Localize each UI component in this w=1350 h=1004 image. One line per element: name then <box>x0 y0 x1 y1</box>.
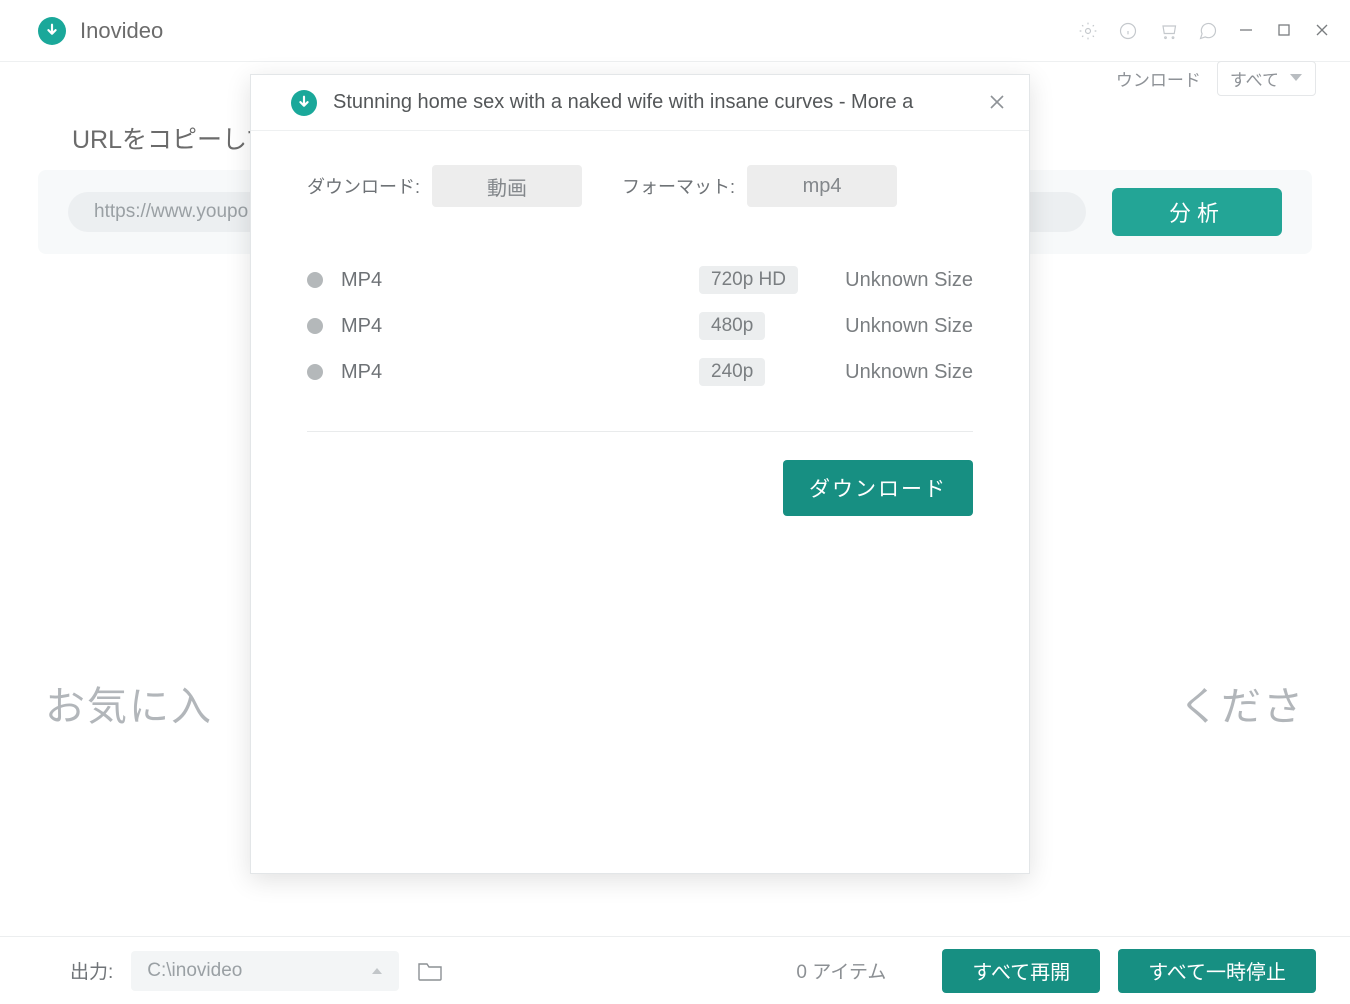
minimize-button[interactable] <box>1238 22 1256 40</box>
filter-select-label: すべて <box>1230 66 1279 91</box>
modal-header: Stunning home sex with a naked wife with… <box>251 75 1029 131</box>
output-path-select[interactable]: C:\inovideo <box>131 951 399 991</box>
output-path-value: C:\inovideo <box>147 960 242 982</box>
open-folder-button[interactable] <box>417 960 443 982</box>
titlebar: Inovideo <box>0 0 1350 62</box>
close-button[interactable] <box>1314 22 1332 40</box>
modal-close-button[interactable] <box>989 94 1007 112</box>
output-label: 出力: <box>70 957 113 984</box>
format-select[interactable]: mp4 <box>747 165 897 207</box>
maximize-button[interactable] <box>1276 22 1294 40</box>
app-logo-icon <box>38 17 66 45</box>
pause-all-button[interactable]: すべて一時停止 <box>1118 949 1316 993</box>
option-quality: 480p <box>699 312 765 340</box>
format-option-row[interactable]: MP4 240p Unknown Size <box>307 349 973 395</box>
settings-icon[interactable] <box>1078 21 1098 41</box>
option-quality: 240p <box>699 358 765 386</box>
modal-controls-row: ダウンロード: 動画 フォーマット: mp4 <box>307 165 973 207</box>
option-format: MP4 <box>341 315 681 338</box>
download-type-label: ダウンロード: <box>307 173 420 199</box>
resume-all-button[interactable]: すべて再開 <box>942 949 1100 993</box>
option-quality: 720p HD <box>699 266 798 294</box>
divider <box>307 431 973 432</box>
format-option-row[interactable]: MP4 720p HD Unknown Size <box>307 257 973 303</box>
chevron-up-icon <box>371 966 383 976</box>
modal-logo-icon <box>291 90 317 116</box>
chat-icon[interactable] <box>1198 21 1218 41</box>
analyze-button[interactable]: 分析 <box>1112 188 1282 236</box>
chevron-down-icon <box>1289 73 1303 83</box>
tab-download[interactable]: ウンロード <box>1116 66 1201 91</box>
format-label: フォーマット: <box>622 173 735 199</box>
option-format: MP4 <box>341 361 681 384</box>
download-button[interactable]: ダウンロード <box>783 460 973 516</box>
option-size: Unknown Size <box>809 315 973 338</box>
modal-title: Stunning home sex with a naked wife with… <box>333 91 973 114</box>
option-size: Unknown Size <box>809 361 973 384</box>
footer: 出力: C:\inovideo 0 アイテム すべて再開 すべて一時停止 <box>0 936 1350 1004</box>
download-modal: Stunning home sex with a naked wife with… <box>250 74 1030 874</box>
format-option-row[interactable]: MP4 480p Unknown Size <box>307 303 973 349</box>
modal-body: ダウンロード: 動画 フォーマット: mp4 MP4 720p HD Unknown… <box>251 131 1029 873</box>
radio-icon[interactable] <box>307 364 323 380</box>
radio-icon[interactable] <box>307 318 323 334</box>
option-size: Unknown Size <box>842 269 973 292</box>
item-count: 0 アイテム <box>796 957 886 984</box>
app-name: Inovideo <box>80 18 163 44</box>
filter-select[interactable]: すべて <box>1217 61 1316 96</box>
download-type-select[interactable]: 動画 <box>432 165 582 207</box>
info-icon[interactable] <box>1118 21 1138 41</box>
cart-icon[interactable] <box>1158 21 1178 41</box>
option-format: MP4 <box>341 269 681 292</box>
radio-icon[interactable] <box>307 272 323 288</box>
